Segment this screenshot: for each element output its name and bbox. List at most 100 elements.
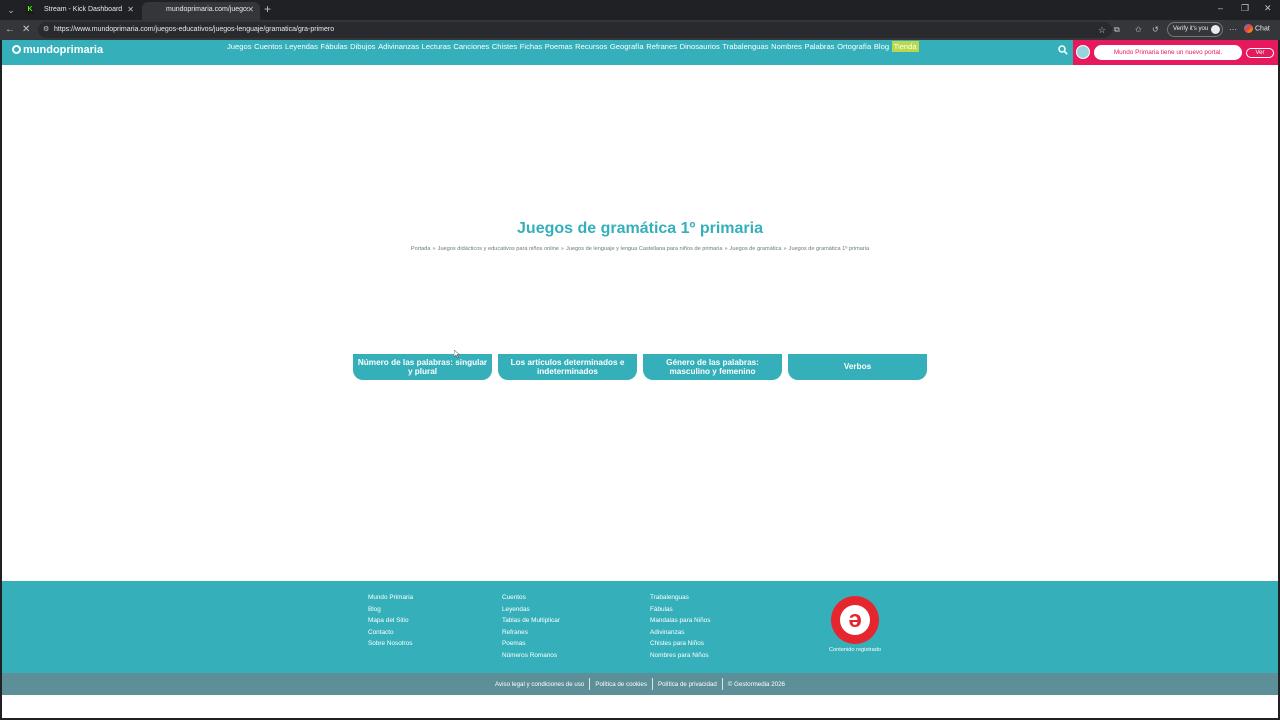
menu-item-lecturas[interactable]: Lecturas (422, 41, 451, 52)
main-menu: Juegos Cuentos Leyendas Fábulas Dibujos Adivi… (227, 41, 921, 52)
menu-item-tienda[interactable]: Tienda (891, 41, 919, 52)
menu-item-palabras[interactable]: Palabras (805, 41, 835, 52)
close-window-icon[interactable]: ✕ (1264, 3, 1272, 14)
more-menu-icon[interactable]: ⋯ (1229, 24, 1237, 36)
menu-item-ortografia[interactable]: Ortografía (837, 41, 871, 52)
tab-title: Stream - Kick Dashboard (44, 6, 123, 13)
bookmark-star-icon[interactable]: ☆ (1098, 22, 1106, 38)
footer-link[interactable]: Mandalas para Niños (650, 615, 710, 627)
menu-item-trabalenguas[interactable]: Trabalenguas (722, 41, 768, 52)
breadcrumb-item[interactable]: Portada (411, 246, 431, 252)
legal-link[interactable]: Política de privacidad (653, 681, 722, 688)
stop-icon[interactable]: ✕ (22, 23, 30, 37)
breadcrumb-separator: » (432, 246, 436, 252)
copilot-icon (1244, 24, 1253, 33)
registered-content-seal[interactable]: ə Contenido registrado (825, 596, 885, 653)
footer-link[interactable]: Sobre Nosotros (368, 638, 413, 650)
chat-label: Chat (1255, 25, 1270, 33)
promo-banner: Mundo Primaria tiene un nuevo portal. Ve… (1073, 40, 1278, 65)
menu-item-poemas[interactable]: Poemas (545, 41, 573, 52)
legal-link[interactable]: Aviso legal y condiciones de uso (490, 681, 589, 688)
card-articulos[interactable]: Los artículos determinados e indetermina… (498, 354, 637, 380)
footer-link[interactable]: Poemas (502, 638, 560, 650)
menu-item-adivinanzas[interactable]: Adivinanzas (378, 41, 419, 52)
promo-ver-button[interactable]: Ver (1246, 48, 1274, 58)
address-bar[interactable]: ⚙ https://www.mundoprimaria.com/juegos-e… (38, 22, 1112, 38)
card-verbos[interactable]: Verbos (788, 354, 927, 380)
back-icon[interactable]: ← (5, 23, 15, 37)
footer-link[interactable]: Adivinanzas (650, 627, 710, 639)
legal-link: © Gestormedia 2026 (727, 680, 785, 688)
site-header: mundoprimaria Juegos Cuentos Leyendas Fábul… (2, 40, 1278, 65)
verify-label: Verify it's you (1173, 26, 1209, 32)
menu-item-leyendas[interactable]: Leyendas (285, 41, 318, 52)
menu-item-geografia[interactable]: Geografía (610, 41, 644, 52)
menu-item-nombres[interactable]: Nombres (771, 41, 802, 52)
breadcrumb-item[interactable]: Juegos de gramática (730, 246, 782, 252)
new-tab-icon[interactable]: + (264, 3, 271, 15)
restore-icon[interactable]: ❐ (1241, 3, 1249, 14)
footer-link[interactable]: Trabalenguas (650, 592, 710, 604)
footer-link[interactable]: Contacto (368, 627, 413, 639)
footer-column-2: Cuentos Leyendas Tablas de Multiplicar Refr… (502, 592, 560, 661)
footer-link[interactable]: Números Romanos (502, 650, 560, 662)
history-icon[interactable]: ↺ (1152, 24, 1159, 36)
breadcrumb-item: Juegos de gramática 1º primaria (788, 246, 870, 252)
breadcrumb-separator: » (783, 246, 787, 252)
close-tab-icon[interactable]: ✕ (127, 2, 134, 18)
footer-link[interactable]: Nombres para Niños (650, 650, 710, 662)
promo-text: Mundo Primaria tiene un nuevo portal. (1094, 45, 1242, 60)
site-info-icon[interactable]: ⚙ (43, 25, 51, 34)
kick-favicon-icon: K (26, 6, 34, 14)
menu-item-chistes[interactable]: Chistes (492, 41, 517, 52)
logo-icon (12, 45, 21, 54)
footer-link[interactable]: Fábulas (650, 604, 710, 616)
menu-item-recursos[interactable]: Recursos (575, 41, 607, 52)
footer-link[interactable]: Cuentos (502, 592, 560, 604)
extensions-icon[interactable]: ⧉ (1114, 24, 1120, 36)
footer-column-1: Mundo Primaria Blog Mapa del Sitio Contacto… (368, 592, 413, 650)
footer-link[interactable]: Blog (368, 604, 413, 616)
menu-item-canciones[interactable]: Canciones (453, 41, 489, 52)
card-singular-plural[interactable]: Número de las palabras: singular y plura… (353, 354, 492, 380)
menu-item-dibujos[interactable]: Dibujos (350, 41, 375, 52)
tab-mundoprimaria[interactable]: mundoprimaria.com/juegos-educ ✕ (142, 2, 260, 20)
site-logo[interactable]: mundoprimaria (12, 43, 103, 57)
breadcrumb: Portada» Juegos didácticos y educativos p… (2, 246, 1278, 252)
legal-link[interactable]: Política de cookies (590, 681, 652, 688)
footer-link[interactable]: Chistes para Niños (650, 638, 710, 650)
mascot-icon (1076, 45, 1090, 59)
menu-item-fabulas[interactable]: Fábulas (321, 41, 348, 52)
menu-item-juegos[interactable]: Juegos (227, 41, 252, 52)
game-cards: Número de las palabras: singular y plura… (353, 354, 927, 380)
menu-item-refranes[interactable]: Refranes (646, 41, 677, 52)
registered-seal-icon: ə (831, 596, 879, 644)
footer-link[interactable]: Refranes (502, 627, 560, 639)
minimize-icon[interactable]: – (1218, 3, 1223, 13)
favorites-icon[interactable]: ✩ (1135, 24, 1142, 36)
footer-link[interactable]: Tablas de Multiplicar (502, 615, 560, 627)
breadcrumb-item[interactable]: Juegos didácticos y educativos para niño… (438, 246, 559, 252)
search-icon[interactable] (1058, 45, 1068, 55)
chat-button[interactable]: Chat (1244, 24, 1270, 33)
url-text: https://www.mundoprimaria.com/juegos-edu… (54, 26, 335, 33)
menu-item-dinosaurios[interactable]: Dinosaurios (680, 41, 720, 52)
registered-label: Contenido registrado (829, 647, 881, 653)
close-tab-icon[interactable]: ✕ (247, 2, 254, 18)
legal-bar: Aviso legal y condiciones de uso Política… (2, 673, 1278, 695)
breadcrumb-item[interactable]: Juegos de lenguaje y lengua Castellana p… (566, 246, 722, 252)
footer-link[interactable]: Leyendas (502, 604, 560, 616)
page-title: Juegos de gramática 1º primaria (517, 220, 763, 237)
breadcrumb-separator: » (560, 246, 565, 252)
footer-link[interactable]: Mundo Primaria (368, 592, 413, 604)
card-genero[interactable]: Género de las palabras: masculino y feme… (643, 354, 782, 380)
site-footer: Mundo Primaria Blog Mapa del Sitio Contacto… (2, 581, 1278, 673)
tab-search-icon[interactable]: ⌄ (4, 3, 18, 17)
menu-item-fichas[interactable]: Fichas (520, 41, 542, 52)
menu-item-blog[interactable]: Blog (874, 41, 889, 52)
menu-item-cuentos[interactable]: Cuentos (254, 41, 282, 52)
browser-tabstrip: ⌄ K Stream - Kick Dashboard ✕ mundoprima… (0, 0, 1280, 20)
footer-link[interactable]: Mapa del Sitio (368, 615, 413, 627)
verify-profile-button[interactable]: Verify it's you (1167, 22, 1223, 37)
tab-kick-dashboard[interactable]: K Stream - Kick Dashboard ✕ (20, 2, 140, 20)
